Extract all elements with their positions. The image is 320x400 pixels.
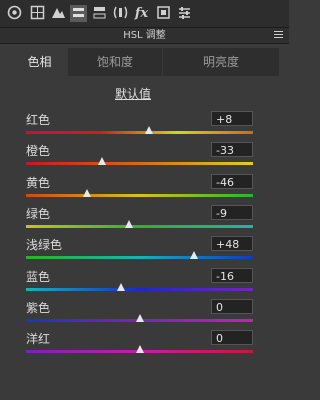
split-toning-icon[interactable] (91, 5, 108, 22)
slider-value-input[interactable]: -16 (211, 267, 253, 283)
menu-icon[interactable] (274, 31, 283, 40)
slider-track[interactable] (26, 256, 253, 260)
slider-track[interactable] (26, 131, 253, 134)
slider-thumb[interactable] (98, 157, 107, 166)
slider-label: 紫色 (26, 300, 51, 315)
slider-label: 浅绿色 (26, 238, 63, 253)
slider-value-input[interactable]: 0 (211, 330, 253, 346)
slider-thumb[interactable] (135, 313, 144, 322)
fx-icon[interactable]: fx (133, 5, 150, 22)
slider-thumb[interactable] (189, 251, 198, 260)
slider-track[interactable] (26, 193, 253, 197)
slider-row-aqua: 浅绿色 +48 (0, 236, 289, 268)
slider-thumb[interactable] (135, 345, 144, 354)
slider-row-purple: 紫色 0 (0, 298, 289, 331)
toolbar: fx (0, 0, 289, 28)
tab-luminance[interactable]: 明亮度 (163, 48, 279, 76)
slider-value-input[interactable]: -33 (211, 142, 253, 158)
slider-row-blue: 蓝色 -16 (0, 267, 289, 300)
slider-row-red: 红色 +8 (0, 111, 289, 143)
mountain-icon[interactable] (50, 5, 67, 22)
tab-bar: 色相 饱和度 明亮度 (12, 48, 279, 76)
default-button[interactable]: 默认值 (113, 86, 153, 102)
panel-header: HSL 调整 (0, 28, 289, 44)
tab-saturation[interactable]: 饱和度 (68, 48, 162, 76)
slider-track[interactable] (26, 287, 253, 291)
slider-value-input[interactable]: +48 (211, 236, 253, 252)
slider-label: 红色 (26, 113, 51, 127)
slider-label: 洋红 (26, 332, 51, 347)
grid-icon[interactable] (29, 5, 46, 22)
slider-label: 绿色 (26, 206, 51, 221)
slider-thumb[interactable] (83, 188, 92, 197)
slider-label: 黄色 (26, 175, 51, 190)
lens-icon[interactable] (112, 5, 129, 22)
slider-row-green: 绿色 -9 (0, 204, 289, 237)
slider-thumb[interactable] (144, 126, 153, 134)
slider-value-input[interactable]: +8 (211, 111, 253, 126)
slider-value-input[interactable]: -46 (211, 173, 253, 189)
aperture-icon[interactable] (6, 5, 23, 22)
slider-value-input[interactable]: 0 (211, 298, 253, 314)
hsl-icon[interactable] (70, 5, 87, 22)
slider-value-input[interactable]: -9 (211, 204, 253, 220)
slider-row-orange: 橙色 -33 (0, 142, 289, 174)
slider-thumb[interactable] (125, 219, 134, 228)
slider-track[interactable] (26, 224, 253, 228)
panel-title: HSL 调整 (123, 30, 166, 41)
slider-row-magenta: 洋红 0 (0, 330, 289, 362)
slider-label: 橙色 (26, 144, 51, 159)
camera-calibration-icon[interactable] (155, 5, 172, 22)
sliders-icon[interactable] (176, 5, 193, 22)
tab-hue[interactable]: 色相 (12, 48, 67, 76)
slider-thumb[interactable] (117, 282, 126, 291)
slider-label: 蓝色 (26, 269, 51, 284)
slider-track[interactable] (26, 162, 253, 166)
slider-row-yellow: 黄色 -46 (0, 173, 289, 206)
